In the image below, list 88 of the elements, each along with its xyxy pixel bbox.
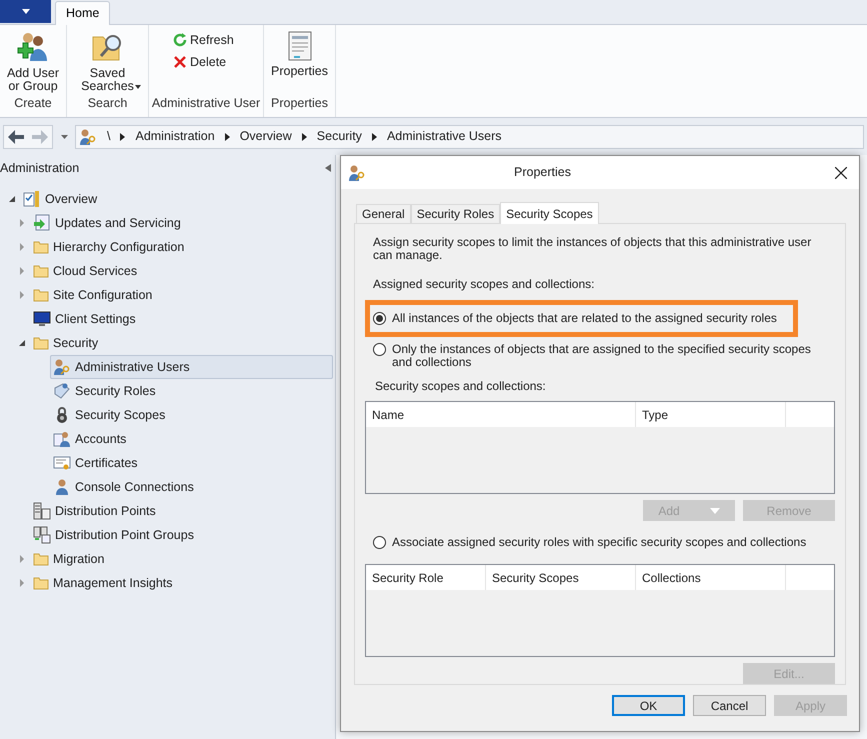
dialog-tab[interactable]: Security Roles [410,204,500,223]
ribbon-group-label: Administrative User [150,95,262,112]
option-label: Associate assigned security roles with specific security scopes and collections [392,534,806,551]
radio-button[interactable] [373,343,386,356]
dialog-tab[interactable]: Security Scopes [500,202,599,224]
folder-icon [33,264,49,278]
dialog-button[interactable]: Cancel [693,695,766,716]
ribbon-group-label: Properties [270,95,329,112]
ribbon-group-label: Create [13,95,53,112]
breadcrumb-item[interactable]: Security [316,127,362,146]
ribbon-button[interactable]: Add User or Group [0,25,71,94]
tree-item[interactable]: Security [30,331,108,355]
tree-item[interactable]: Updates and Servicing [30,211,190,235]
delete-icon [173,55,187,69]
server-group-icon [33,526,51,544]
update-icon [33,214,51,232]
description-text: Assign security scopes to limit the instances of objects that this administrative user can manage. [373,236,812,262]
folder-icon [33,552,49,566]
folder-icon [33,576,49,590]
tree-item[interactable]: Hierarchy Configuration [30,235,194,259]
column-header[interactable]: Security Role [366,565,486,590]
roles-icon [53,382,71,400]
add-users-icon [16,31,50,63]
collapse-arrow-icon[interactable] [8,195,16,203]
address-bar[interactable]: \ Administration Overview Security Administrative Users [75,124,864,148]
tree-item[interactable]: Certificates [50,451,147,475]
tree-item[interactable]: Distribution Points [30,499,165,523]
tree-item[interactable]: Administrative Users [50,355,333,379]
caret-icon [22,9,30,14]
folder-icon [33,240,49,254]
collapse-arrow-icon[interactable] [18,339,26,347]
monitor-icon [33,310,51,328]
dialog-title: Properties [514,164,571,182]
column-header[interactable]: Name [366,402,636,427]
user-key-icon [348,164,366,182]
user-key-icon [79,128,97,146]
close-icon [835,166,847,178]
accounts-icon [53,430,71,448]
column-header[interactable]: Security Scopes [486,565,636,590]
folder-icon [33,336,49,350]
column-header[interactable]: Type [636,402,786,427]
tree-item[interactable]: Security Roles [50,379,165,403]
tree-item[interactable]: Client Settings [30,307,145,331]
option-label: Only the instances of objects that are assigned to the specified security scopes and collections [392,343,812,369]
tree-item[interactable]: Site Configuration [30,283,162,307]
breadcrumb-item[interactable]: Overview [240,127,292,146]
server-icon [33,502,51,520]
breadcrumb-arrow-icon [372,132,377,140]
refresh-icon [173,33,187,47]
breadcrumb-item[interactable]: Administration [135,127,215,146]
tree-item[interactable]: Accounts [50,427,136,451]
tree-item[interactable]: Migration [30,547,114,571]
caret-icon [60,134,68,138]
column-header[interactable]: Collections [636,565,786,590]
breadcrumb-arrow-icon [120,132,126,140]
ribbon-button[interactable]: Saved Searches [68,25,146,94]
breadcrumb-arrow-icon [302,132,307,140]
clipboard-icon [23,190,41,208]
forward-arrow-icon [32,130,48,144]
radio-button[interactable] [373,536,386,548]
user-key-icon [53,358,71,376]
person-icon [53,478,71,496]
collapse-pane-icon[interactable] [325,164,331,172]
tree-item[interactable]: Cloud Services [30,259,146,283]
tree-item[interactable]: Overview [20,187,106,211]
breadcrumb-item[interactable]: \ [107,127,110,146]
ribbon-button[interactable]: Delete [173,51,226,73]
breadcrumb-arrow-icon [224,132,230,140]
dialog-button[interactable]: OK [612,695,685,716]
back-arrow-icon [8,130,24,144]
properties-icon [286,31,312,61]
tree-item[interactable]: Distribution Point Groups [30,523,203,547]
certificate-icon [53,454,71,472]
tree-item[interactable]: Security Scopes [50,403,174,427]
ribbon-button[interactable]: Properties [262,25,338,94]
radio-button[interactable] [373,312,386,325]
ribbon-button[interactable]: Refresh [173,29,234,51]
option-label: All instances of the objects that are related to the assigned security roles [392,312,777,325]
tree-item[interactable]: Console Connections [50,475,203,499]
folder-icon [33,288,49,302]
ribbon-tab[interactable]: Home [55,1,110,25]
pane-title: Administration [0,160,80,177]
section-label: Assigned security scopes and collections: [373,276,596,293]
dialog-tab[interactable]: General [356,204,411,223]
ribbon-group-label: Search [86,95,128,112]
tree-item[interactable]: Management Insights [30,571,182,595]
section-label: Security scopes and collections: [375,378,547,395]
breadcrumb-item[interactable]: Administrative Users [386,127,502,146]
